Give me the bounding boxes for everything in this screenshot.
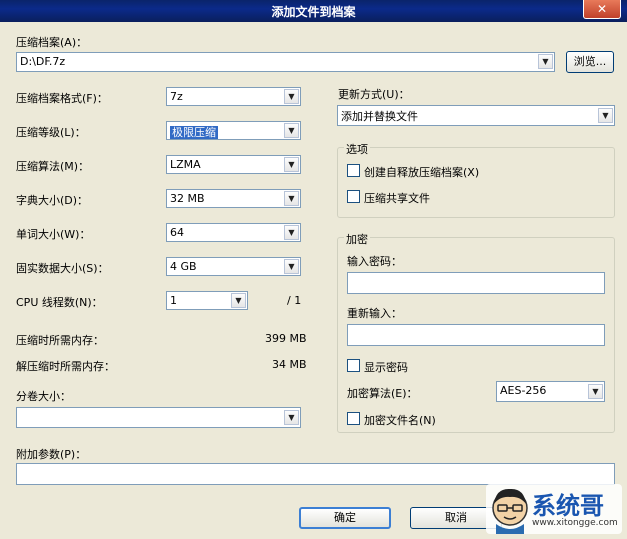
method-label: 压缩算法(M)：: [16, 160, 90, 173]
chevron-down-icon[interactable]: ▼: [588, 384, 603, 399]
threads-label: CPU 线程数(N)：: [16, 296, 103, 309]
chevron-down-icon[interactable]: ▼: [284, 259, 299, 274]
word-select[interactable]: 64 ▼: [166, 223, 301, 242]
solid-value: 4 GB: [170, 260, 197, 273]
watermark-logo: 系统哥 www.xitongge.com: [486, 484, 622, 534]
mem-decompress-label: 解压缩时所需内存：: [16, 360, 115, 373]
browse-button[interactable]: 浏览...: [566, 51, 614, 73]
encryption-method-value: AES-256: [500, 384, 547, 397]
format-select[interactable]: 7z ▼: [166, 87, 301, 106]
watermark-url: www.xitongge.com: [532, 518, 618, 528]
chevron-down-icon[interactable]: ▼: [598, 108, 613, 123]
method-value: LZMA: [170, 158, 201, 171]
title-bar: 添加文件到档案 ✕: [0, 0, 627, 22]
ok-button[interactable]: 确定: [299, 507, 391, 529]
level-select[interactable]: 极限压缩 ▼: [166, 121, 301, 140]
chevron-down-icon[interactable]: ▼: [538, 54, 553, 69]
encrypt-names-checkbox[interactable]: [347, 412, 360, 425]
show-password-checkbox[interactable]: [347, 359, 360, 372]
method-select[interactable]: LZMA ▼: [166, 155, 301, 174]
sfx-label: 创建自释放压缩档案(X): [364, 166, 480, 179]
chevron-down-icon[interactable]: ▼: [284, 191, 299, 206]
update-label: 更新方式(U)：: [338, 88, 410, 101]
reenter-label: 重新输入：: [347, 307, 402, 320]
chevron-down-icon[interactable]: ▼: [284, 123, 299, 138]
options-group: 选项: [337, 141, 615, 218]
window-title: 添加文件到档案: [271, 5, 356, 19]
password-label: 输入密码：: [347, 255, 402, 268]
volume-select[interactable]: ▼: [16, 407, 301, 428]
chevron-down-icon[interactable]: ▼: [284, 410, 299, 425]
solid-select[interactable]: 4 GB ▼: [166, 257, 301, 276]
watermark-title: 系统哥: [532, 492, 604, 520]
dict-value: 32 MB: [170, 192, 205, 205]
archive-path-value: D:\DF.7z: [20, 55, 66, 68]
reenter-password-input[interactable]: [347, 324, 605, 346]
chevron-down-icon[interactable]: ▼: [231, 293, 246, 308]
options-legend: 选项: [344, 141, 370, 157]
solid-label: 固实数据大小(S)：: [16, 262, 109, 275]
shared-label: 压缩共享文件: [364, 192, 430, 205]
word-value: 64: [170, 226, 184, 239]
encryption-method-label: 加密算法(E)：: [347, 387, 418, 400]
chevron-down-icon[interactable]: ▼: [284, 225, 299, 240]
chevron-down-icon[interactable]: ▼: [284, 157, 299, 172]
level-label: 压缩等级(L)：: [16, 126, 86, 139]
encryption-method-select[interactable]: AES-256 ▼: [496, 381, 605, 402]
update-value: 添加并替换文件: [341, 110, 418, 123]
encryption-legend: 加密: [344, 231, 370, 247]
params-input[interactable]: [16, 463, 615, 485]
mem-compress-value: 399 MB: [265, 332, 307, 345]
mem-decompress-value: 34 MB: [272, 358, 307, 371]
update-select[interactable]: 添加并替换文件 ▼: [337, 105, 615, 126]
volume-label: 分卷大小：: [16, 390, 71, 403]
shared-checkbox[interactable]: [347, 190, 360, 203]
close-icon: ✕: [596, 2, 608, 16]
format-label: 压缩档案格式(F)：: [16, 92, 108, 105]
dict-label: 字典大小(D)：: [16, 194, 89, 207]
sfx-checkbox[interactable]: [347, 164, 360, 177]
archive-path-combo[interactable]: D:\DF.7z ▼: [16, 52, 555, 72]
password-input[interactable]: [347, 272, 605, 294]
encrypt-names-label: 加密文件名(N): [364, 414, 436, 427]
mem-compress-label: 压缩时所需内存：: [16, 334, 104, 347]
threads-total: / 1: [287, 294, 302, 307]
dict-select[interactable]: 32 MB ▼: [166, 189, 301, 208]
word-label: 单词大小(W)：: [16, 228, 91, 241]
params-label: 附加参数(P)：: [16, 448, 87, 461]
archive-label: 压缩档案(A)：: [16, 36, 88, 49]
threads-select[interactable]: 1 ▼: [166, 291, 248, 310]
chevron-down-icon[interactable]: ▼: [284, 89, 299, 104]
threads-value: 1: [170, 294, 177, 307]
level-value: 极限压缩: [170, 126, 218, 139]
format-value: 7z: [170, 90, 183, 103]
show-password-label: 显示密码: [364, 361, 408, 374]
close-button[interactable]: ✕: [583, 0, 621, 19]
